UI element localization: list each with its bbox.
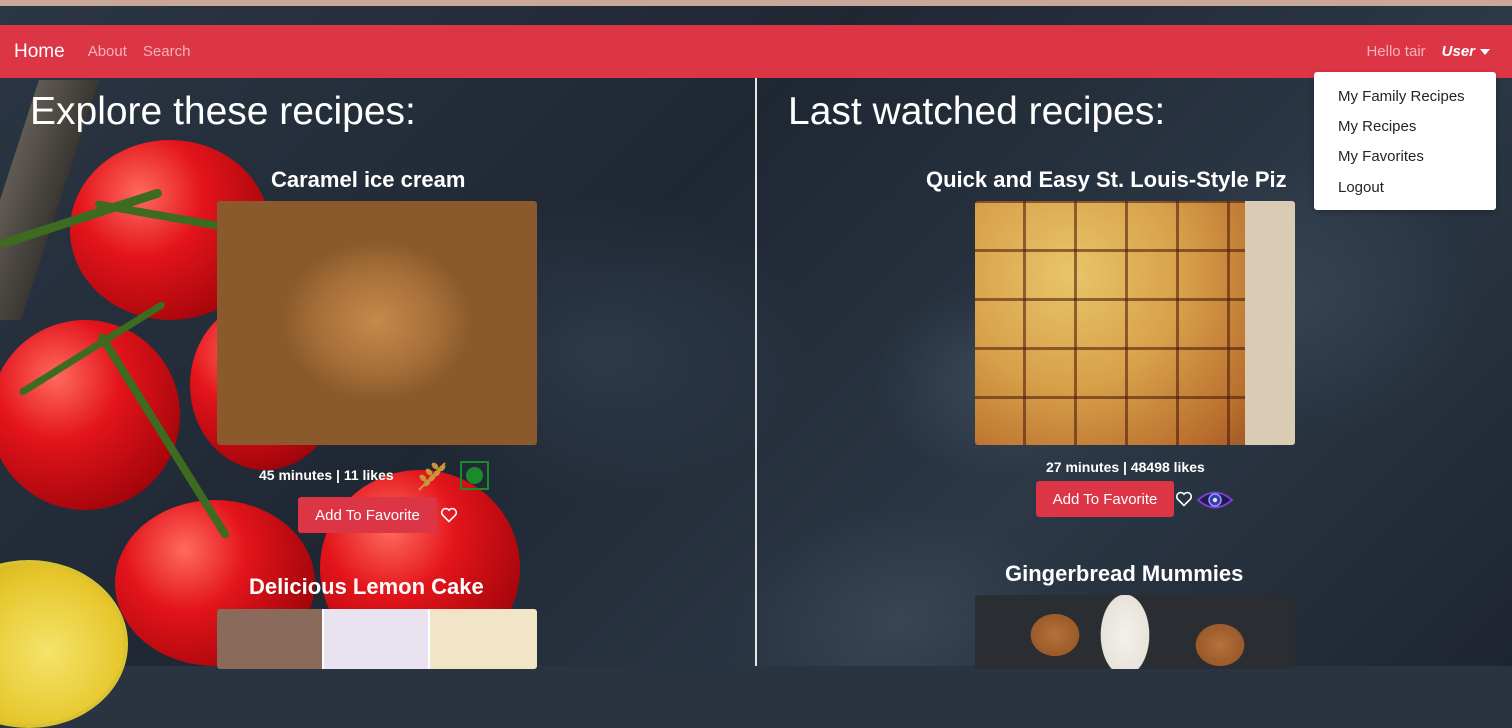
pizza-board [975,201,1295,445]
recipe-title[interactable]: Delicious Lemon Cake [249,574,484,600]
add-to-favorite-button[interactable]: Add To Favorite [1036,481,1174,517]
add-to-favorite-button[interactable]: Add To Favorite [298,497,437,533]
explore-title: Explore these recipes: [30,90,416,133]
menu-item-logout[interactable]: Logout [1338,179,1384,196]
nav-home-link[interactable]: Home [14,41,65,63]
recipe-meta: 45 minutes | 11 likes [259,467,394,483]
watched-title: Last watched recipes: [788,90,1166,133]
caret-down-icon [1480,48,1490,55]
recipe-image[interactable] [217,609,537,669]
gluten-free-icon [413,457,453,493]
user-menu-toggle[interactable]: User [1442,43,1490,60]
recipe-title[interactable]: Quick and Easy St. Louis-Style Piz [926,167,1287,193]
heart-icon[interactable] [440,506,458,524]
heart-icon[interactable] [1175,490,1193,508]
column-divider [755,78,757,666]
recipe-image[interactable] [975,595,1295,669]
user-dropdown-menu: My Family Recipes My Recipes My Favorite… [1314,72,1496,210]
recipe-image[interactable] [217,201,537,445]
greeting-text: Hello tair [1366,43,1426,60]
recipe-title[interactable]: Gingerbread Mummies [1005,561,1243,587]
nav-search-link[interactable]: Search [143,43,191,60]
navbar: Home About Search Hello tair User [0,25,1512,78]
recipe-title[interactable]: Caramel ice cream [271,167,465,193]
user-label: User [1441,43,1475,60]
vegetarian-icon [460,461,489,490]
nav-right: Hello tair User [1366,25,1490,78]
recipe-image[interactable] [975,201,1295,445]
menu-item-my-favorites[interactable]: My Favorites [1338,148,1424,165]
eye-icon [1196,487,1234,513]
top-strip [0,0,1512,6]
recipe-meta: 27 minutes | 48498 likes [1046,459,1205,475]
menu-item-my-recipes[interactable]: My Recipes [1338,118,1416,135]
menu-item-my-family-recipes[interactable]: My Family Recipes [1338,88,1465,105]
nav-about-link[interactable]: About [88,43,127,60]
